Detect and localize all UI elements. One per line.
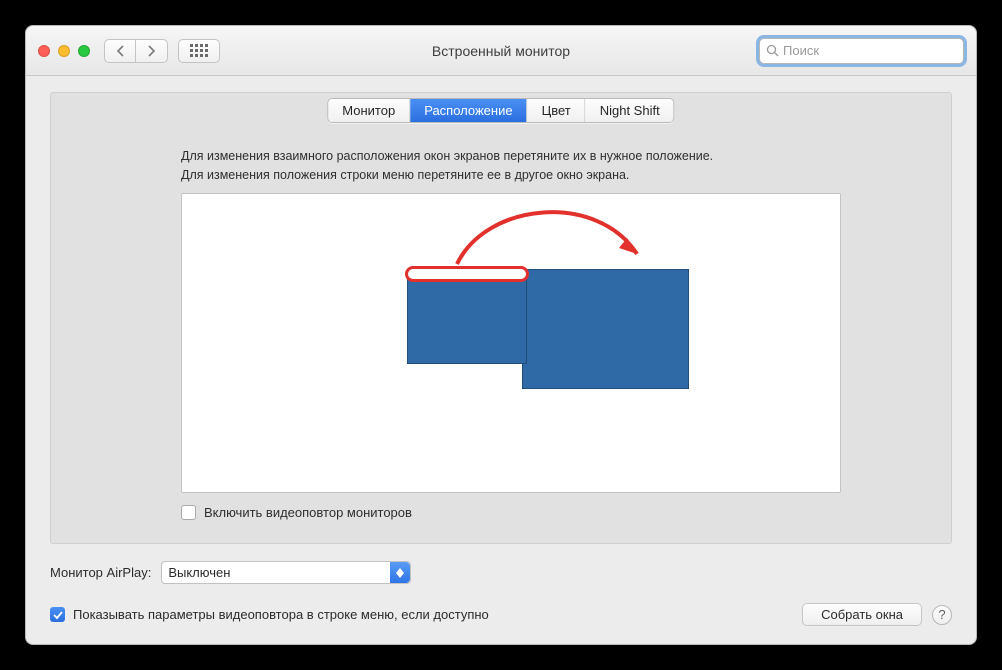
back-button[interactable] [104,39,136,63]
mirror-displays-label: Включить видеоповтор мониторов [204,505,412,520]
airplay-select[interactable]: Выключен [161,561,411,584]
select-stepper-icon [390,562,410,583]
airplay-value: Выключен [168,565,230,580]
help-icon: ? [938,607,945,622]
bottom-row: Показывать параметры видеоповтора в стро… [50,603,952,626]
airplay-row: Монитор AirPlay: Выключен [50,561,411,584]
mirror-displays-row: Включить видеоповтор мониторов [181,505,412,520]
tab-night-shift[interactable]: Night Shift [586,99,674,122]
nav-buttons [104,39,168,63]
tab-color[interactable]: Цвет [528,99,586,122]
show-mirror-options-checkbox[interactable] [50,607,65,622]
traffic-lights [38,45,90,57]
gather-windows-button[interactable]: Собрать окна [802,603,922,626]
mirror-displays-checkbox[interactable] [181,505,196,520]
search-placeholder: Поиск [783,43,819,58]
menu-bar-indicator[interactable] [405,266,529,282]
close-icon[interactable] [38,45,50,57]
checkmark-icon [53,610,63,620]
show-mirror-options-label: Показывать параметры видеоповтора в стро… [73,607,489,622]
tab-bar: Монитор Расположение Цвет Night Shift [327,98,674,123]
window-body: Монитор Расположение Цвет Night Shift Дл… [26,76,976,644]
grid-icon [190,44,208,57]
minimize-icon[interactable] [58,45,70,57]
chevron-left-icon [116,45,125,57]
instructions-line1: Для изменения взаимного расположения око… [181,147,841,166]
content-inset: Монитор Расположение Цвет Night Shift Дл… [50,92,952,544]
airplay-label: Монитор AirPlay: [50,565,151,580]
instructions-line2: Для изменения положения строки меню пере… [181,166,841,185]
display-2[interactable] [522,269,689,389]
system-prefs-window: Встроенный монитор Поиск Монитор Располо… [25,25,977,645]
search-icon [766,44,779,57]
zoom-icon[interactable] [78,45,90,57]
show-all-button[interactable] [178,39,220,63]
display-1[interactable] [407,269,527,364]
display-arrangement-area[interactable] [181,193,841,493]
tab-monitor[interactable]: Монитор [328,99,410,122]
search-input[interactable]: Поиск [759,38,964,64]
help-button[interactable]: ? [932,605,952,625]
titlebar: Встроенный монитор Поиск [26,26,976,76]
instructions-text: Для изменения взаимного расположения око… [181,147,841,185]
chevron-right-icon [147,45,156,57]
forward-button[interactable] [136,39,168,63]
tab-arrangement[interactable]: Расположение [410,99,527,122]
